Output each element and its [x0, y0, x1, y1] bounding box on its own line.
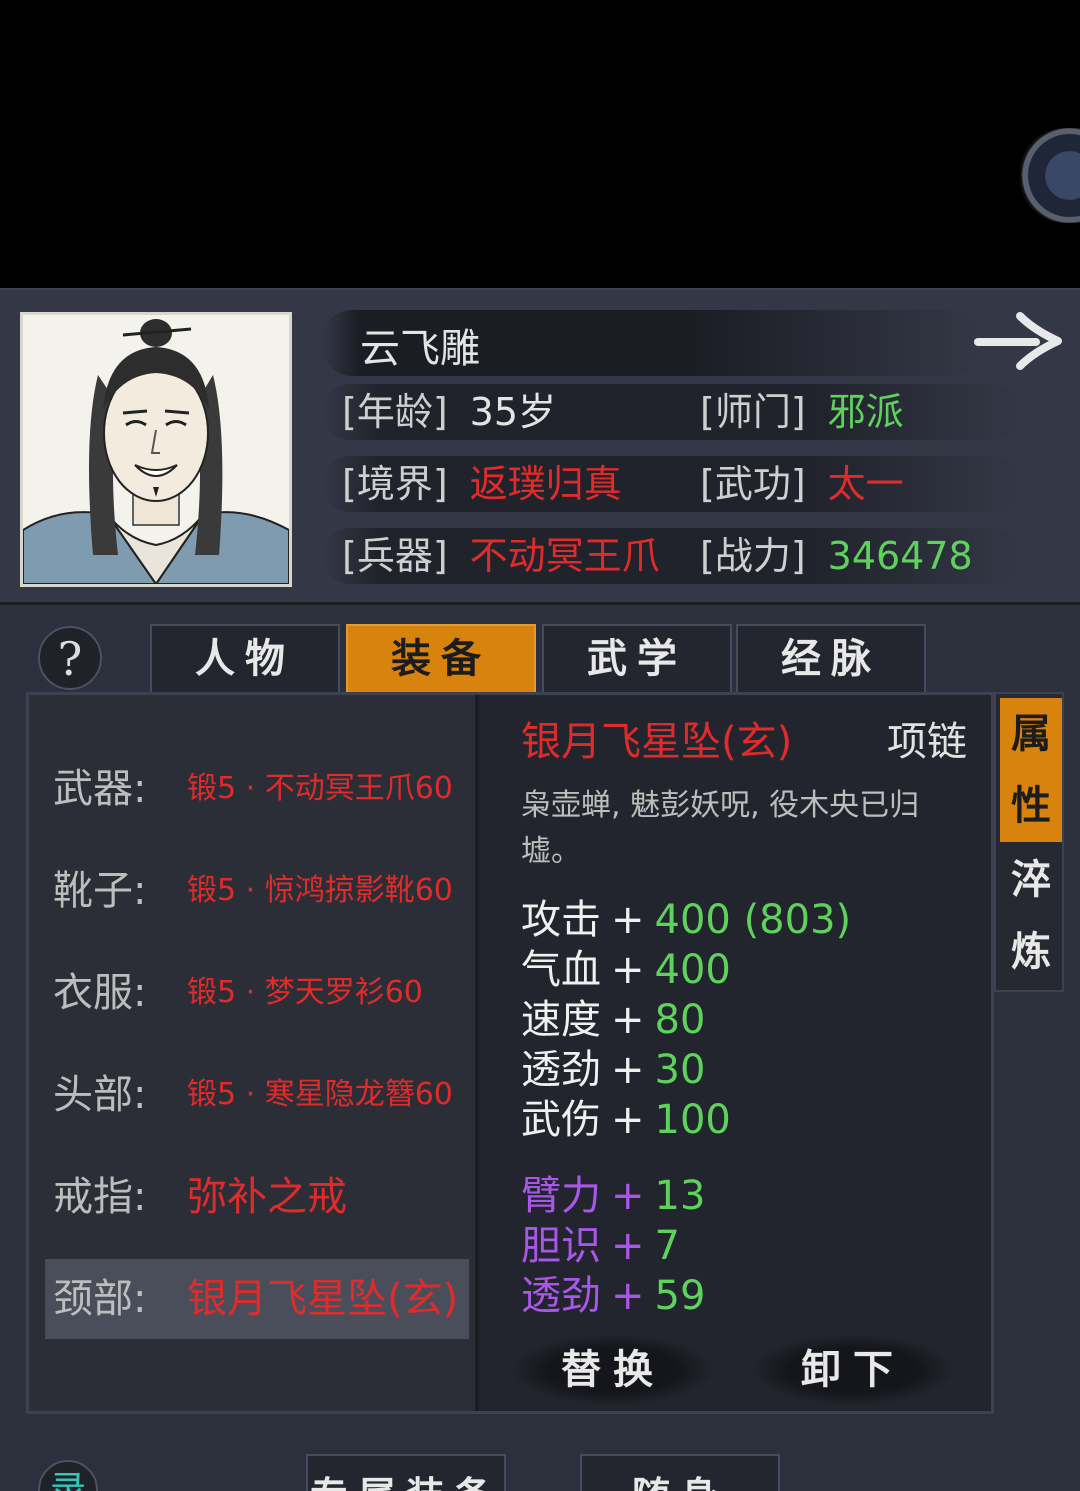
sect-value: 邪派 [827, 390, 904, 434]
realm-label: [境界] [342, 462, 448, 506]
slot-boots[interactable]: 靴子: 锻5 · 惊鸿掠影靴60 [45, 851, 469, 931]
bonus-stat-row: 胆识 +7 [521, 1221, 705, 1271]
plus-sign: + [611, 1273, 645, 1319]
tab-attributes[interactable]: 属性 [1000, 698, 1062, 842]
record-icon[interactable]: 录 [38, 1460, 98, 1491]
top-empty-area [0, 0, 1080, 288]
next-arrow-icon[interactable] [972, 308, 1064, 374]
plus-sign: + [611, 1173, 645, 1219]
age-value: 35岁 [469, 390, 557, 434]
stat-name: 武伤 [521, 1097, 601, 1143]
help-button[interactable]: ? [38, 626, 102, 690]
weapon-field: [兵器] 不动冥王爪 [342, 528, 660, 584]
stat-row: 气血 +400 [521, 945, 851, 995]
power-value: 346478 [827, 534, 973, 578]
martial-art-field: [武功] 太一 [700, 456, 904, 512]
martial-art-label: [武功] [700, 462, 806, 506]
stat-name: 透劲 [521, 1047, 601, 1093]
tab-refine[interactable]: 淬炼 [1000, 844, 1062, 988]
slot-weapon[interactable]: 武器: 锻5 · 不动冥王爪60 [45, 749, 469, 829]
tab-equipment[interactable]: 装备 [346, 624, 536, 692]
power-field: [战力] 346478 [700, 528, 973, 584]
stat-row: 武伤 +100 [521, 1095, 851, 1145]
equipment-slot-list: 武器: 锻5 · 不动冥王爪60 靴子: 锻5 · 惊鸿掠影靴60 衣服: 锻5… [29, 695, 479, 1411]
slot-value: 锻5 · 不动冥王爪60 [187, 771, 453, 806]
slot-value: 锻5 · 寒星隐龙簪60 [187, 1077, 453, 1112]
stat-name: 气血 [521, 947, 601, 993]
stat-row: 透劲 +30 [521, 1045, 851, 1095]
slot-label: 武器: [53, 766, 147, 812]
stat-name: 攻击 [521, 897, 601, 943]
tab-character[interactable]: 人物 [150, 624, 340, 692]
slot-label: 颈部: [53, 1276, 147, 1322]
stat-value: 7 [654, 1223, 680, 1269]
stat-value: 13 [654, 1173, 706, 1219]
weapon-label: [兵器] [342, 534, 448, 578]
tab-carry[interactable]: 随身 [580, 1454, 780, 1491]
age-field: [年龄] 35岁 [342, 384, 556, 440]
slot-ring[interactable]: 戒指: 弥补之戒 [45, 1157, 469, 1237]
slot-label: 靴子: [53, 868, 147, 914]
slot-value: 锻5 · 梦天罗衫60 [187, 975, 423, 1010]
slot-clothes[interactable]: 衣服: 锻5 · 梦天罗衫60 [45, 953, 469, 1033]
tab-martial-arts[interactable]: 武学 [542, 624, 732, 692]
slot-label: 衣服: [53, 970, 147, 1016]
character-panel: 云飞雕 [年龄] 35岁 [师门] 邪派 [境界] 返璞归真 [武功] 太一 [兵器] 不… [0, 288, 1080, 1491]
stat-name: 胆识 [521, 1223, 601, 1269]
replace-button[interactable]: 替换 [513, 1335, 713, 1405]
slot-label: 戒指: [53, 1174, 147, 1220]
plus-sign: + [611, 1097, 645, 1143]
realm-field: [境界] 返璞归真 [342, 456, 622, 512]
stat-row: 速度 +80 [521, 995, 851, 1045]
bonus-stat-row: 臂力 +13 [521, 1171, 705, 1221]
stat-name: 速度 [521, 997, 601, 1043]
slot-label: 头部: [53, 1072, 147, 1118]
character-header: 云飞雕 [年龄] 35岁 [师门] 邪派 [境界] 返璞归真 [武功] 太一 [兵器] 不… [0, 290, 1080, 605]
item-name: 银月飞星坠(玄) [521, 719, 793, 765]
slot-value: 银月飞星坠(玄) [187, 1276, 459, 1322]
bonus-stats: 臂力 +13 胆识 +7 透劲 +59 [521, 1171, 705, 1321]
plus-sign: + [611, 947, 645, 993]
unequip-button[interactable]: 卸下 [753, 1335, 953, 1405]
weapon-value: 不动冥王爪 [469, 534, 660, 578]
slot-head[interactable]: 头部: 锻5 · 寒星隐龙簪60 [45, 1055, 469, 1135]
realm-value: 返璞归真 [469, 462, 622, 506]
age-label: [年龄] [342, 390, 448, 434]
stat-value: 100 [654, 1097, 731, 1143]
stat-value: 400 (803) [654, 897, 852, 943]
stat-name: 透劲 [521, 1273, 601, 1319]
tab-meridians[interactable]: 经脉 [736, 624, 926, 692]
equipment-frame: 武器: 锻5 · 不动冥王爪60 靴子: 锻5 · 惊鸿掠影靴60 衣服: 锻5… [26, 692, 994, 1414]
sect-label: [师门] [700, 390, 806, 434]
tab-exclusive-equipment[interactable]: 专属装备 [306, 1454, 506, 1491]
power-label: [战力] [700, 534, 806, 578]
plus-sign: + [611, 1047, 645, 1093]
item-description: 枭壶蝉, 魅彭妖呪, 役木央已归墟。 [521, 788, 920, 869]
stat-name: 臂力 [521, 1173, 601, 1219]
plus-sign: + [611, 897, 645, 943]
slot-neck[interactable]: 颈部: 银月飞星坠(玄) [45, 1259, 469, 1339]
stat-row: 攻击 +400 (803) [521, 895, 851, 945]
plus-sign: + [611, 1223, 645, 1269]
stat-value: 30 [654, 1047, 706, 1093]
sect-field: [师门] 邪派 [700, 384, 904, 440]
stat-value: 80 [654, 997, 706, 1043]
plus-sign: + [611, 997, 645, 1043]
martial-art-value: 太一 [827, 462, 904, 506]
bonus-stat-row: 透劲 +59 [521, 1271, 705, 1321]
character-name: 云飞雕 [360, 326, 480, 372]
item-type: 项链 [887, 719, 967, 765]
character-portrait [20, 312, 292, 587]
slot-value: 锻5 · 惊鸿掠影靴60 [187, 873, 453, 908]
slot-value: 弥补之戒 [187, 1174, 347, 1220]
side-tab-bar: 属性 淬炼 [994, 692, 1064, 992]
base-stats: 攻击 +400 (803) 气血 +400 速度 +80 透劲 +30 武伤 +100 [521, 895, 851, 1145]
stat-value: 59 [654, 1273, 706, 1319]
item-detail: 银月飞星坠(玄) 项链 枭壶蝉, 魅彭妖呪, 役木央已归墟。 攻击 +400 (8… [481, 695, 991, 1411]
stat-value: 400 [654, 947, 731, 993]
